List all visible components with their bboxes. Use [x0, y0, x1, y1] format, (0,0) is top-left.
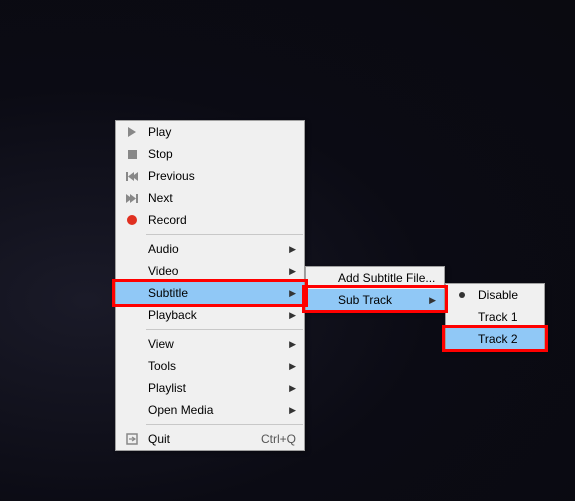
- label: Next: [144, 191, 296, 205]
- play-icon: [120, 127, 144, 137]
- stop-icon: [120, 150, 144, 159]
- submenu-arrow-icon: ▶: [426, 295, 436, 306]
- label: Audio: [144, 242, 286, 256]
- menu-item-stop[interactable]: Stop: [116, 143, 304, 165]
- label: Play: [144, 125, 296, 139]
- label: Sub Track: [334, 293, 426, 307]
- label: Quit: [144, 432, 251, 446]
- menu-item-add-subtitle-file[interactable]: Add Subtitle File...: [306, 267, 444, 289]
- menu-item-play[interactable]: Play: [116, 121, 304, 143]
- label: Playlist: [144, 381, 286, 395]
- record-icon: [120, 215, 144, 225]
- submenu-arrow-icon: ▶: [286, 244, 296, 255]
- separator: [146, 234, 303, 235]
- separator: [146, 424, 303, 425]
- submenu-arrow-icon: ▶: [286, 361, 296, 372]
- label: Record: [144, 213, 296, 227]
- radio-selected-icon: [450, 291, 474, 299]
- next-icon: [120, 194, 144, 203]
- context-menu-main: Play Stop Previous Next Record Audio ▶ V…: [115, 120, 305, 451]
- menu-item-audio[interactable]: Audio ▶: [116, 238, 304, 260]
- shortcut: Ctrl+Q: [251, 432, 296, 446]
- label: View: [144, 337, 286, 351]
- label: Disable: [474, 288, 536, 302]
- submenu-arrow-icon: ▶: [286, 405, 296, 416]
- menu-item-track1[interactable]: Track 1: [446, 306, 544, 328]
- label: Previous: [144, 169, 296, 183]
- label: Stop: [144, 147, 296, 161]
- menu-item-playlist[interactable]: Playlist ▶: [116, 377, 304, 399]
- label: Tools: [144, 359, 286, 373]
- menu-item-disable[interactable]: Disable: [446, 284, 544, 306]
- submenu-sub-track: Disable Track 1 Track 2: [445, 283, 545, 351]
- menu-item-open-media[interactable]: Open Media ▶: [116, 399, 304, 421]
- label: Track 1: [474, 310, 536, 324]
- label: Add Subtitle File...: [334, 271, 436, 285]
- menu-item-subtitle[interactable]: Subtitle ▶: [116, 282, 304, 304]
- quit-icon: [120, 433, 144, 445]
- previous-icon: [120, 172, 144, 181]
- menu-item-previous[interactable]: Previous: [116, 165, 304, 187]
- menu-item-tools[interactable]: Tools ▶: [116, 355, 304, 377]
- menu-item-record[interactable]: Record: [116, 209, 304, 231]
- label: Subtitle: [144, 286, 286, 300]
- label: Video: [144, 264, 286, 278]
- menu-item-view[interactable]: View ▶: [116, 333, 304, 355]
- menu-item-next[interactable]: Next: [116, 187, 304, 209]
- submenu-arrow-icon: ▶: [286, 266, 296, 277]
- menu-item-playback[interactable]: Playback ▶: [116, 304, 304, 326]
- submenu-arrow-icon: ▶: [286, 339, 296, 350]
- label: Open Media: [144, 403, 286, 417]
- submenu-arrow-icon: ▶: [286, 310, 296, 321]
- submenu-subtitle: Add Subtitle File... Sub Track ▶: [305, 266, 445, 312]
- menu-item-video[interactable]: Video ▶: [116, 260, 304, 282]
- label: Playback: [144, 308, 286, 322]
- submenu-arrow-icon: ▶: [286, 288, 296, 299]
- submenu-arrow-icon: ▶: [286, 383, 296, 394]
- menu-item-quit[interactable]: Quit Ctrl+Q: [116, 428, 304, 450]
- menu-item-track2[interactable]: Track 2: [446, 328, 544, 350]
- label: Track 2: [474, 332, 536, 346]
- separator: [146, 329, 303, 330]
- menu-item-sub-track[interactable]: Sub Track ▶: [306, 289, 444, 311]
